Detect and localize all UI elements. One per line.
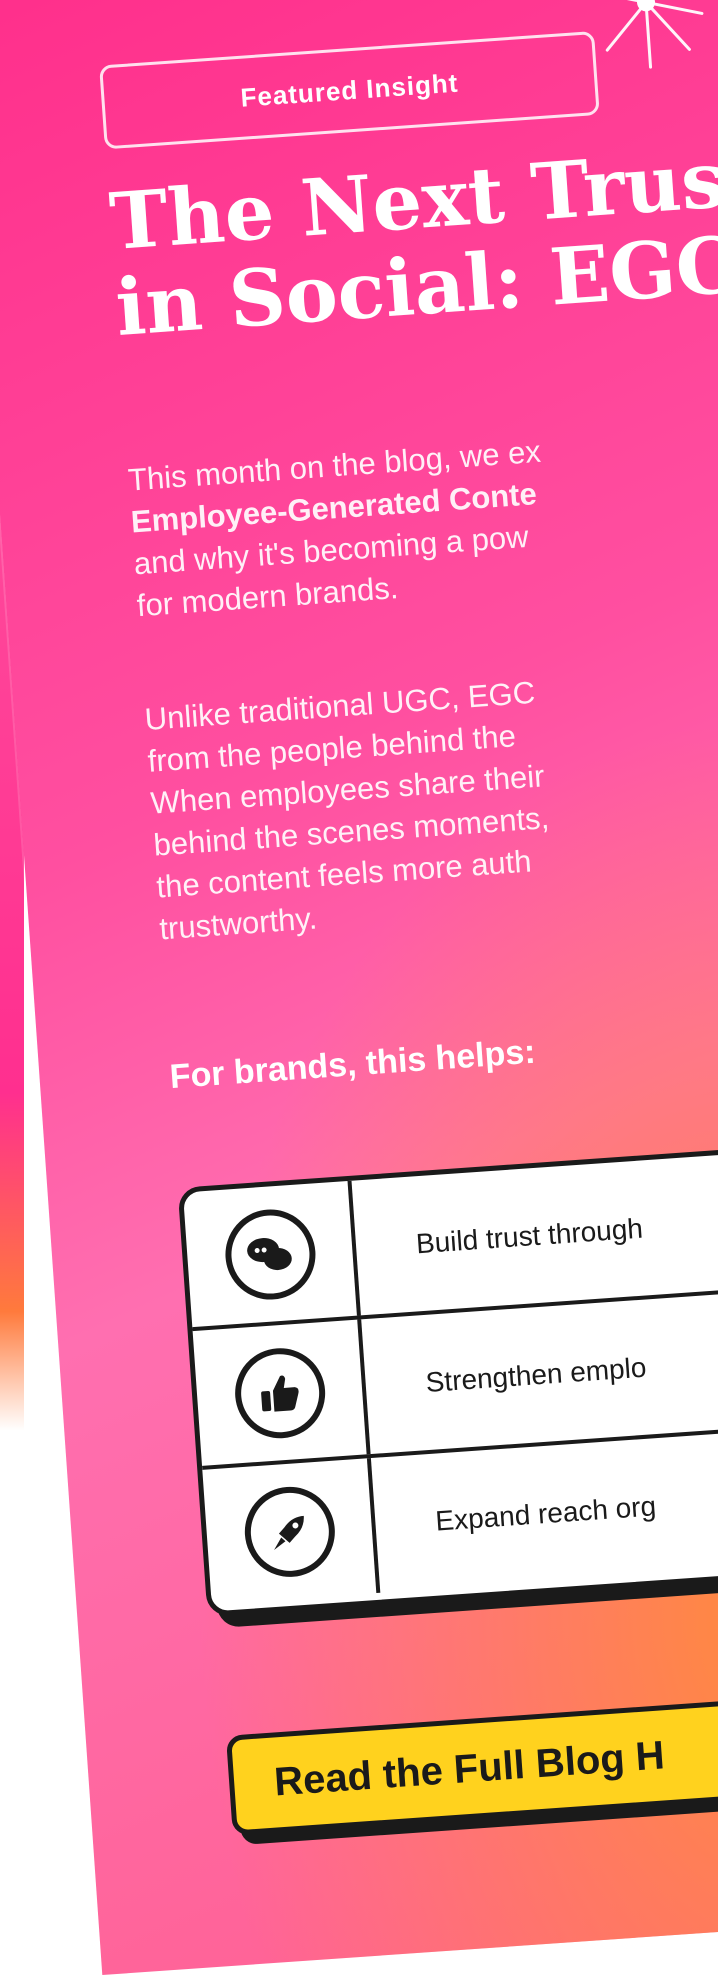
body-paragraph: Unlike traditional UGC, EGC from the peo… — [143, 649, 718, 951]
featured-insight-badge: Featured Insight — [99, 31, 600, 150]
benefit-icon-cell — [182, 1180, 361, 1328]
benefit-text: Expand reach org — [434, 1489, 658, 1537]
cta-label: Read the Full Blog H — [272, 1732, 666, 1805]
benefits-table: Build trust through Strengthen emplo Exp… — [177, 1134, 718, 1617]
benefit-text: Strengthen emplo — [424, 1351, 648, 1398]
page-title: The Next Trust in Social: EGC — [107, 130, 718, 354]
rocket-icon — [241, 1483, 338, 1580]
badge-label: Featured Insight — [239, 67, 460, 113]
benefit-icon-cell — [192, 1319, 371, 1466]
read-full-blog-button[interactable]: Read the Full Blog H — [225, 1682, 718, 1836]
benefit-text: Build trust through — [414, 1212, 644, 1259]
benefit-icon-cell — [202, 1458, 381, 1605]
thumbs-up-icon — [231, 1344, 328, 1441]
intro-paragraph: This month on the blog, we ex Employee-G… — [127, 409, 718, 627]
card-content: Featured Insight The Next Trust in Socia… — [40, 0, 718, 1969]
chat-bubbles-icon — [221, 1206, 318, 1303]
sparkle-icon — [588, 0, 704, 69]
helps-heading: For brands, this helps: — [168, 1032, 537, 1097]
featured-insight-card: Featured Insight The Next Trust in Socia… — [0, 0, 718, 1976]
